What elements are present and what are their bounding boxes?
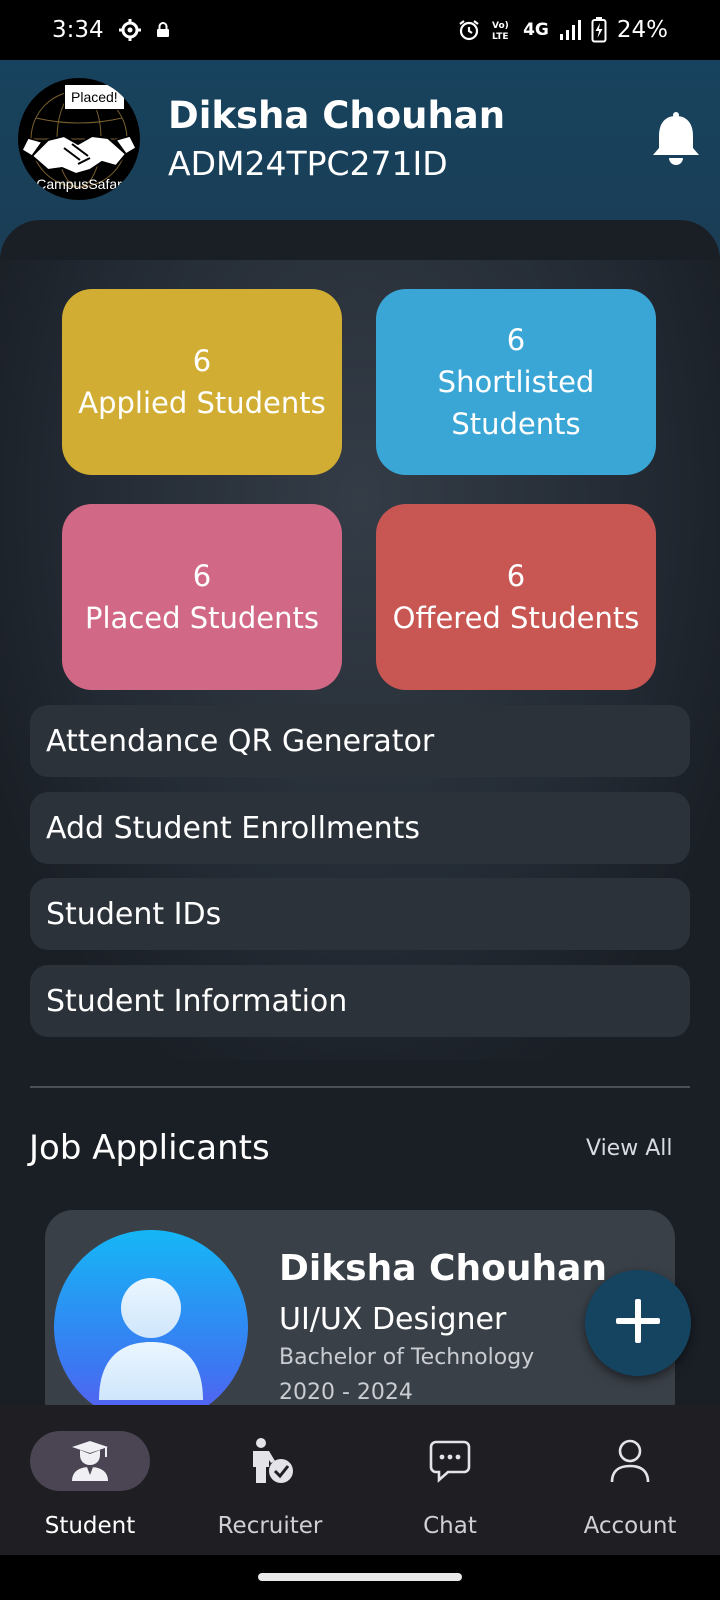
volte-icon: Vo) LTE xyxy=(491,19,513,41)
signal-icon xyxy=(559,19,581,41)
offered-students-card[interactable]: 6 Offered Students xyxy=(376,504,656,690)
chat-icon xyxy=(420,1435,480,1487)
bottom-navigation: Student Recruiter Chat Account xyxy=(0,1405,720,1555)
nav-label: Account xyxy=(583,1513,677,1539)
applicant-years: 2020 - 2024 xyxy=(279,1380,413,1405)
menu-item-label: Student IDs xyxy=(46,896,222,932)
menu-student-ids[interactable]: Student IDs xyxy=(30,878,690,950)
shortlisted-count: 6 xyxy=(506,323,526,357)
logo-badge: Placed! xyxy=(64,84,125,110)
applied-students-card[interactable]: 6 Applied Students xyxy=(62,289,342,475)
menu-item-label: Attendance QR Generator xyxy=(46,723,435,759)
gesture-area xyxy=(0,1555,720,1600)
nav-chat[interactable]: Chat xyxy=(360,1405,540,1555)
offered-label: Offered Students xyxy=(392,601,640,635)
bell-icon[interactable] xyxy=(652,112,700,166)
applied-count: 6 xyxy=(192,344,212,378)
placed-students-card[interactable]: 6 Placed Students xyxy=(62,504,342,690)
alarm-icon xyxy=(457,18,481,42)
logo-text: CampusSafar xyxy=(36,176,122,192)
offered-count: 6 xyxy=(506,559,526,593)
shortlisted-label: Shortlisted Students xyxy=(437,365,595,441)
applicant-name: Diksha Chouhan xyxy=(279,1248,608,1289)
nav-account[interactable]: Account xyxy=(540,1405,720,1555)
applicant-card[interactable]: Diksha Chouhan UI/UX Designer Bachelor o… xyxy=(45,1210,675,1405)
avatar xyxy=(54,1230,248,1405)
home-gesture-bar[interactable] xyxy=(258,1573,462,1581)
account-icon xyxy=(600,1435,660,1487)
campussafar-logo: Placed! CampusSafar xyxy=(18,78,140,200)
svg-text:LTE: LTE xyxy=(492,32,509,41)
shortlisted-students-card[interactable]: 6 Shortlisted Students xyxy=(376,289,656,475)
menu-attendance-qr-generator[interactable]: Attendance QR Generator xyxy=(30,705,690,777)
view-all-link[interactable]: View All xyxy=(586,1136,672,1161)
job-applicants-title: Job Applicants xyxy=(29,1128,270,1168)
applied-label: Applied Students xyxy=(78,386,326,420)
settings-icon xyxy=(118,18,142,42)
battery-percent: 24% xyxy=(616,17,668,43)
status-time: 3:34 xyxy=(52,17,104,43)
user-id: ADM24TPC271ID xyxy=(168,144,448,183)
battery-charging-icon xyxy=(591,17,607,43)
add-fab-button[interactable] xyxy=(585,1270,691,1376)
menu-item-label: Student Information xyxy=(46,983,348,1019)
nav-student[interactable]: Student xyxy=(0,1405,180,1555)
menu-add-student-enrollments[interactable]: Add Student Enrollments xyxy=(30,792,690,864)
applicant-role: UI/UX Designer xyxy=(279,1302,507,1337)
plus-icon xyxy=(614,1297,662,1349)
network-type: 4G xyxy=(523,20,549,40)
graduate-icon xyxy=(60,1435,120,1487)
placed-label: Placed Students xyxy=(85,601,319,635)
svg-text:Vo): Vo) xyxy=(492,21,509,31)
dashboard-sheet: 6 Applied Students 6 Shortlisted Student… xyxy=(0,220,720,1405)
menu-student-information[interactable]: Student Information xyxy=(30,965,690,1037)
menu-item-label: Add Student Enrollments xyxy=(46,810,421,846)
nav-label: Recruiter xyxy=(217,1513,323,1539)
user-name: Diksha Chouhan xyxy=(168,94,506,137)
recruiter-icon xyxy=(240,1435,300,1487)
status-bar: 3:34 Vo) LTE 4G 24% xyxy=(0,0,720,60)
nav-label: Chat xyxy=(423,1513,477,1539)
lock-icon xyxy=(156,22,170,38)
nav-recruiter[interactable]: Recruiter xyxy=(180,1405,360,1555)
nav-label: Student xyxy=(44,1513,136,1539)
applicant-degree: Bachelor of Technology xyxy=(279,1345,535,1370)
placed-count: 6 xyxy=(192,559,212,593)
divider xyxy=(30,1086,690,1088)
